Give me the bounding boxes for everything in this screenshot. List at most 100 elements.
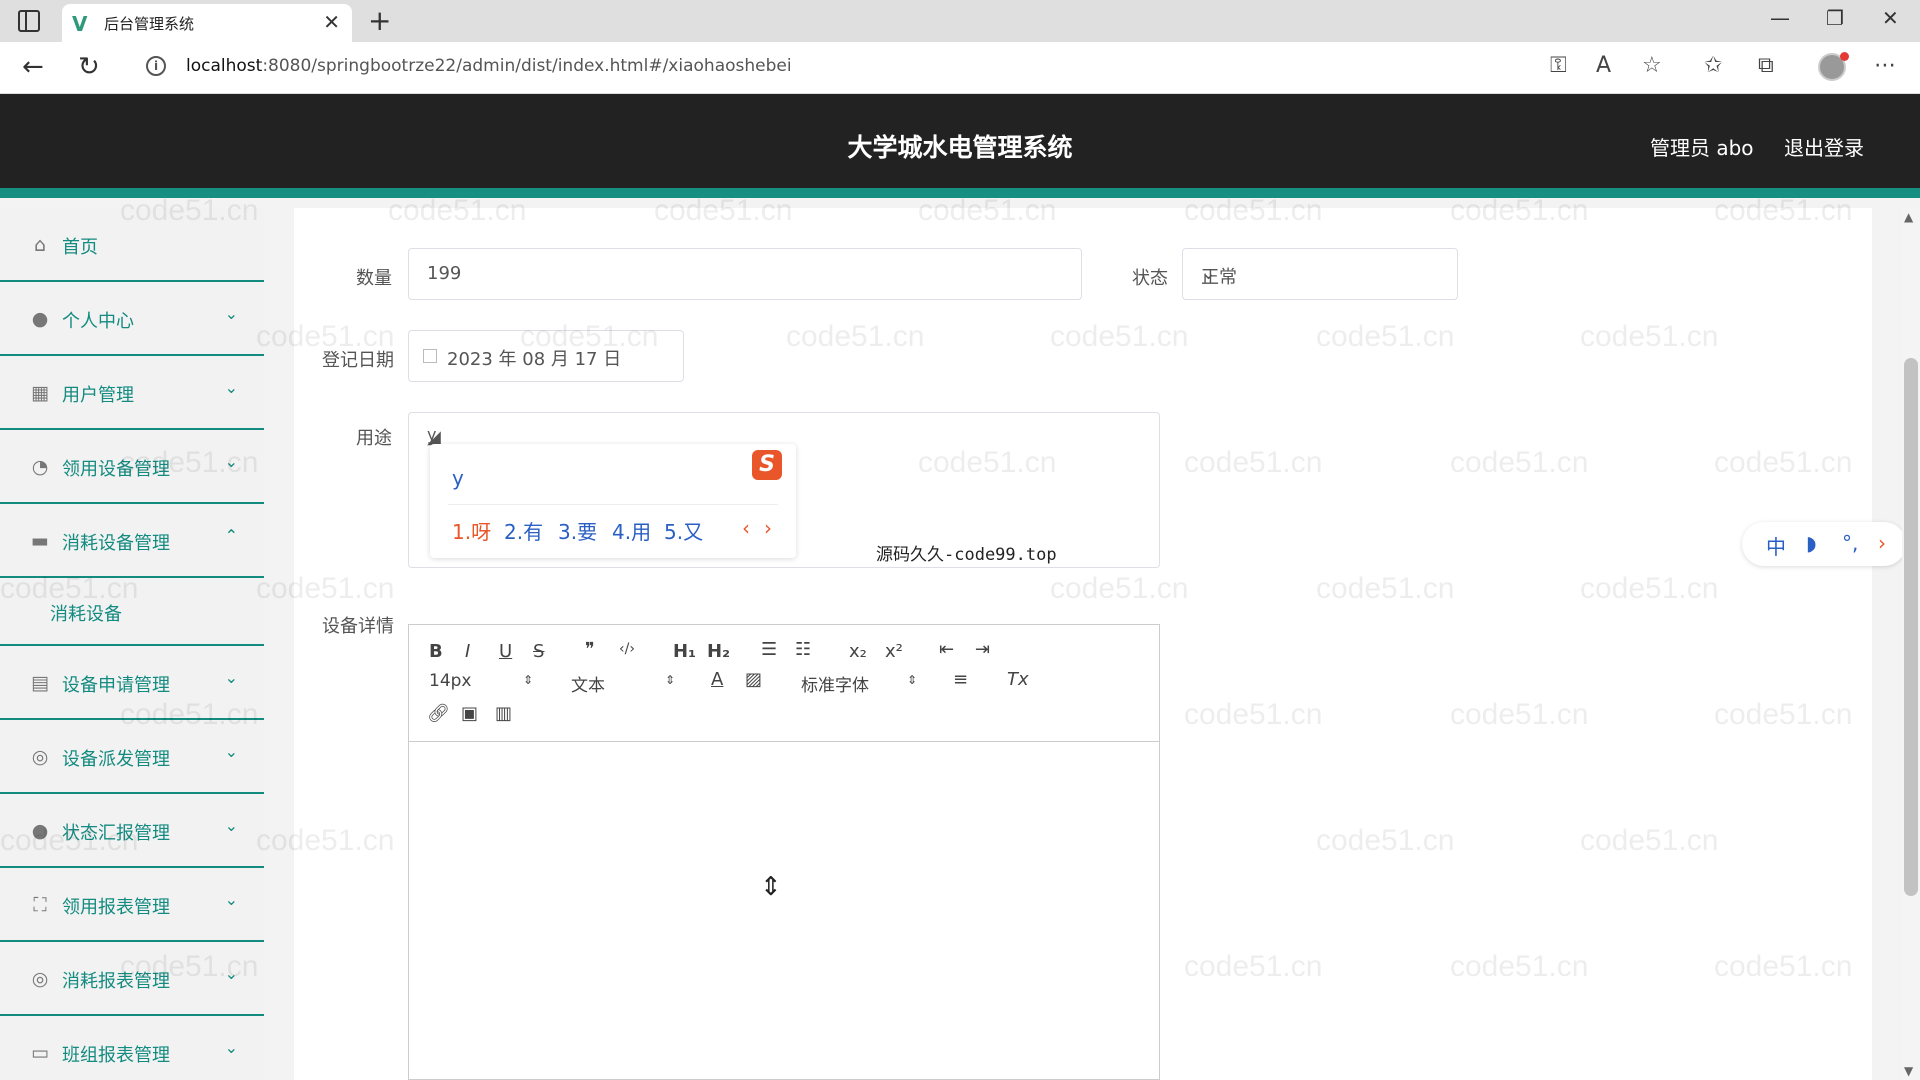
date-picker[interactable]: 2023 年 08 月 17 日 <box>408 330 684 382</box>
sidebar-item-home[interactable]: ⌂ 首页 <box>0 208 264 282</box>
sidebar-item-borrow-equipment[interactable]: ◔ 领用设备管理 ⌄ <box>0 430 264 504</box>
sidebar-item-personal-center[interactable]: ● 个人中心 ⌄ <box>0 282 264 356</box>
user-icon: ● <box>31 308 49 330</box>
outdent-icon[interactable]: ⇤ <box>939 639 954 660</box>
tab-actions-icon[interactable] <box>18 10 40 32</box>
video-icon[interactable]: ▥ <box>495 703 512 724</box>
header1-button[interactable]: H₁ <box>673 641 696 662</box>
ime-candidate[interactable]: 4.用 <box>612 516 651 545</box>
clear-format-button[interactable]: Tx <box>1007 669 1029 690</box>
indent-icon[interactable]: ⇥ <box>975 639 990 660</box>
sidebar-item-equipment-dispatch[interactable]: ◎ 设备派发管理 ⌄ <box>0 720 264 794</box>
bullet-list-icon[interactable]: ☷ <box>795 639 811 660</box>
app-title: 大学城水电管理系统 <box>847 133 1073 162</box>
ime-candidate[interactable]: 5.又 <box>664 516 703 545</box>
ime-expand-icon[interactable]: › <box>1878 531 1886 555</box>
ime-next-icon[interactable]: › <box>764 516 772 540</box>
sidebar-item-label: 班组报表管理 <box>62 1045 170 1066</box>
back-icon[interactable]: ← <box>22 52 44 82</box>
more-icon[interactable]: ⋯ <box>1874 53 1896 78</box>
tab-close-icon[interactable]: ✕ <box>323 10 340 34</box>
ime-prev-icon[interactable]: ‹ <box>742 516 750 540</box>
moon-icon[interactable]: ◗ <box>1806 531 1817 555</box>
ime-candidate[interactable]: 1.呀 <box>452 516 491 545</box>
usage-label: 用途 <box>356 428 392 449</box>
ime-candidate[interactable]: 3.要 <box>558 516 597 545</box>
sidebar-item-label: 用户管理 <box>62 385 134 406</box>
sidebar-item-consumable-equipment[interactable]: ▬ 消耗设备管理 ⌃ <box>0 504 264 578</box>
status-label: 状态 <box>1132 268 1168 289</box>
sidebar-item-team-report[interactable]: ▭ 班组报表管理 ⌄ <box>0 1016 264 1080</box>
superscript-button[interactable]: x² <box>885 641 903 662</box>
favorite-add-icon[interactable]: ☆ <box>1642 53 1662 78</box>
ime-candidate[interactable]: 2.有 <box>504 516 543 545</box>
scrollbar-thumb[interactable] <box>1904 358 1918 896</box>
chevron-down-icon: ⌄ <box>224 452 238 471</box>
current-user: 管理员 abo <box>1650 136 1754 160</box>
browser-tab[interactable]: V 后台管理系统 ✕ <box>62 4 352 42</box>
paragraph-select[interactable]: 文本 <box>571 671 605 696</box>
sidebar-item-equipment-application[interactable]: ▤ 设备申请管理 ⌄ <box>0 646 264 720</box>
browser-tab-bar: V 后台管理系统 ✕ + — ❐ ✕ <box>0 0 1920 42</box>
collections-icon[interactable]: ⧉ <box>1758 53 1774 78</box>
calendar-icon <box>423 349 437 363</box>
sidebar-item-status-report[interactable]: ● 状态汇报管理 ⌄ <box>0 794 264 868</box>
scroll-up-icon[interactable]: ▲ <box>1904 210 1913 224</box>
quantity-input[interactable]: 199 <box>408 248 1082 300</box>
ordered-list-icon[interactable]: ☰ <box>761 639 777 660</box>
window-close-icon[interactable]: ✕ <box>1882 6 1899 30</box>
italic-button[interactable]: I <box>465 641 470 662</box>
notification-dot <box>1840 52 1849 61</box>
strike-button[interactable]: S <box>533 641 544 662</box>
site-info-icon[interactable]: i <box>146 56 166 76</box>
font-size-select[interactable]: 14px <box>429 671 471 691</box>
overlay-watermark: 源码久久-code99.top <box>876 545 1057 565</box>
status-select[interactable]: 正常 ⌄ <box>1182 248 1458 300</box>
chevron-down-icon: ⌄ <box>224 304 238 323</box>
refresh-icon[interactable]: ↻ <box>78 52 100 82</box>
compass-icon: ◎ <box>31 968 49 990</box>
image-icon[interactable]: ▣ <box>461 703 478 724</box>
punctuation-icon[interactable]: °, <box>1842 531 1858 555</box>
ime-language-toggle[interactable]: 中 <box>1766 531 1786 560</box>
scroll-down-icon[interactable]: ▼ <box>1904 1064 1913 1078</box>
underline-button[interactable]: U <box>499 641 512 662</box>
resize-cursor-icon: ⇕ <box>760 872 782 902</box>
subscript-button[interactable]: x₂ <box>849 641 867 662</box>
key-icon[interactable]: ⚿ <box>1550 53 1567 78</box>
sidebar-item-label: 消耗设备管理 <box>62 533 170 554</box>
url-field[interactable]: localhost:8080/springbootrze22/admin/dis… <box>186 56 792 76</box>
sidebar-item-label: 设备派发管理 <box>62 749 170 770</box>
align-icon[interactable]: ≡ <box>953 669 968 690</box>
logout-button[interactable]: 退出登录 <box>1784 132 1864 161</box>
ime-candidate-popup: y S 1.呀 2.有 3.要 4.用 5.又 ‹ › <box>430 444 796 558</box>
date-label: 登记日期 <box>322 350 394 371</box>
restore-icon[interactable]: ❐ <box>1826 6 1844 30</box>
sidebar-item-consumption-report[interactable]: ◎ 消耗报表管理 ⌄ <box>0 942 264 1016</box>
chevron-down-icon: ⌄ <box>224 1038 238 1057</box>
ime-divider <box>448 504 778 505</box>
quote-button[interactable]: ❞ <box>585 639 595 660</box>
sidebar-item-user-management[interactable]: ▦ 用户管理 ⌄ <box>0 356 264 430</box>
sidebar-item-label: 个人中心 <box>62 311 134 332</box>
clipboard-icon: ▤ <box>31 672 49 694</box>
read-aloud-icon[interactable]: A <box>1596 53 1611 78</box>
chevron-down-icon: ⌄ <box>224 964 238 983</box>
background-color-icon[interactable]: ▨ <box>745 669 762 690</box>
header2-button[interactable]: H₂ <box>707 641 730 662</box>
compass-icon: ◎ <box>31 746 49 768</box>
link-icon[interactable]: 🔗︎ <box>427 703 450 724</box>
sidebar-subitem-label: 消耗设备 <box>50 604 122 625</box>
text-color-icon[interactable]: A <box>711 669 723 690</box>
sidebar-item-borrow-report[interactable]: ⛶ 领用报表管理 ⌄ <box>0 868 264 942</box>
rich-text-editor[interactable]: B I U S ❞ ‹/› H₁ H₂ ☰ ☷ x₂ x² ⇤ ⇥ 14px ⇕… <box>408 624 1160 1080</box>
code-block-button[interactable]: ‹/› <box>619 641 635 657</box>
fullscreen-icon: ⛶ <box>33 894 47 916</box>
new-tab-icon[interactable]: + <box>368 4 391 37</box>
bold-button[interactable]: B <box>429 641 443 662</box>
font-family-select[interactable]: 标准字体 <box>801 671 869 696</box>
sidebar-subitem-consumables[interactable]: 消耗设备 <box>0 578 264 646</box>
ime-status-bar[interactable]: 中 ◗ °, › <box>1742 522 1906 566</box>
minimize-icon[interactable]: — <box>1770 6 1790 30</box>
favorites-icon[interactable]: ✩ <box>1704 53 1722 78</box>
